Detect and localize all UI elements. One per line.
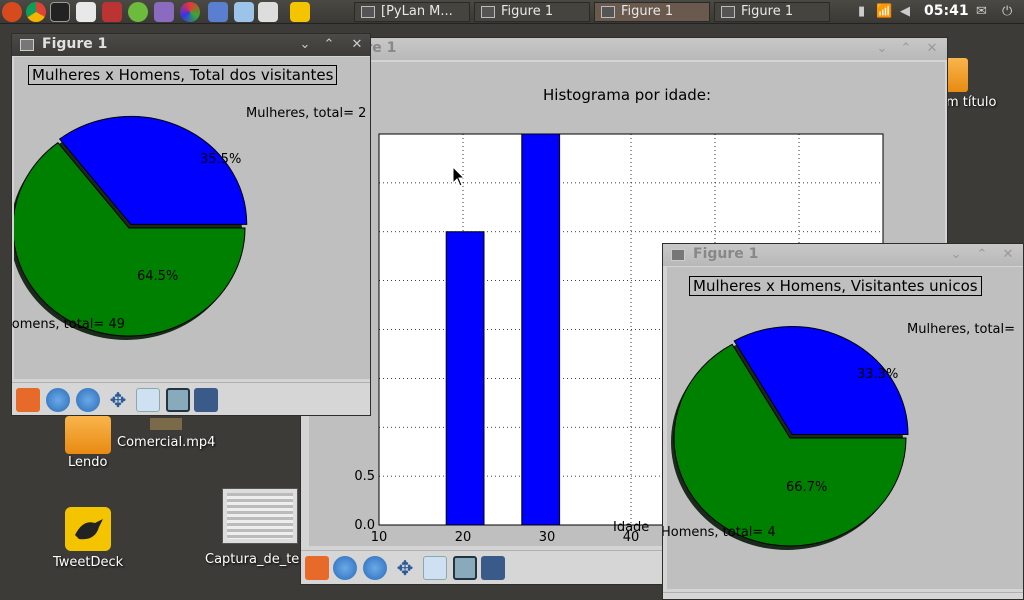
back-icon[interactable] [46,388,70,412]
video-file-icon[interactable] [150,418,182,430]
window-titlebar[interactable]: Figure 1 ⌄ ⌃ ✕ [12,34,370,56]
home-icon[interactable] [305,556,329,580]
window-icon [361,6,375,18]
desktop-icon-label-captura[interactable]: Captura_de_te [205,552,299,567]
forward-icon[interactable] [363,556,387,580]
mail-icon[interactable] [76,2,96,22]
app-icon[interactable] [102,2,122,22]
pan-icon[interactable]: ✥ [393,556,417,580]
y-tick-label: 0.0 [354,518,375,533]
pie-total-window[interactable]: Figure 1 ⌄ ⌃ ✕ Mulheres x Homens, Total … [11,33,371,416]
clock[interactable]: 05:41 [924,3,969,19]
women-percent: 33.3% [857,367,899,382]
spiral-app-icon[interactable] [208,2,228,22]
box-app-icon[interactable] [234,2,254,22]
men-label: Homens, total= 49 [11,317,125,332]
women-label: Mulheres, total= [907,322,1016,337]
window-title: Figure 1 [693,246,759,262]
window-title: Figure 1 [42,36,108,52]
chat-icon[interactable] [154,2,174,22]
men-percent: 66.7% [786,480,828,495]
window-icon [721,6,735,18]
minimize-icon[interactable]: ⌄ [873,40,891,58]
window-icon [671,249,685,261]
figure-canvas: Mulheres x Homens, Visitantes unicos Mul… [663,267,1023,589]
pie-unique-window[interactable]: Figure 1 ⌄ ⌃ ✕ Mulheres x Homens, Visita… [662,243,1024,600]
minimize-icon[interactable]: ⌄ [296,36,314,54]
mouse-cursor-icon [452,166,466,187]
task-figure-2[interactable]: Figure 1 [594,2,710,22]
task-label: Figure 1 [501,4,554,19]
battery-icon[interactable]: ▮ [858,4,865,19]
mail-indicator-icon[interactable]: ✉ [976,4,987,19]
bird-icon [75,519,103,540]
close-icon[interactable]: ✕ [999,246,1017,264]
zoom-icon[interactable] [423,556,447,580]
figure-canvas: Mulheres x Homens, Total dos visitantes … [11,57,370,379]
screenshot-thumbnail[interactable] [222,488,298,544]
histogram-bar [521,133,561,526]
task-figure-3[interactable]: Figure 1 [714,2,830,22]
ubuntu-menu-icon[interactable] [2,2,22,22]
women-label: Mulheres, total= 2 [246,106,367,121]
men-label: Homens, total= 4 [662,525,776,540]
subplots-icon[interactable] [453,556,477,580]
pie-chart [671,326,909,550]
desktop-icon-label-comercial[interactable]: Comercial.mp4 [117,435,215,450]
x-tick-label: 20 [455,530,472,545]
play-icon[interactable] [128,2,148,22]
color-app-icon[interactable] [180,2,200,22]
plot-toolbar: ✥ [12,382,370,415]
task-label: [PyLan M... [381,4,453,19]
zoom-icon[interactable] [136,388,160,412]
close-icon[interactable]: ✕ [923,40,941,58]
volume-icon[interactable]: ◀ [900,4,910,19]
window-titlebar[interactable]: Figure 1 ⌄ ⌃ ✕ [301,38,947,60]
network-app-icon[interactable] [258,2,278,22]
chrome-icon[interactable] [26,2,46,22]
desktop-icon-label-tweetdeck[interactable]: TweetDeck [53,555,123,570]
plot-toolbar [663,592,1023,599]
forward-icon[interactable] [76,388,100,412]
back-icon[interactable] [333,556,357,580]
task-pylan[interactable]: [PyLan M... [354,2,470,22]
terminal-icon[interactable] [50,2,70,22]
top-panel: [PyLan M... Figure 1 Figure 1 Figure 1 ▮… [0,0,1024,24]
tweetdeck-launcher-icon[interactable] [290,2,310,22]
y-tick-label: 0.5 [354,469,375,484]
maximize-icon[interactable]: ⌃ [973,246,991,264]
window-icon [481,6,495,18]
close-icon[interactable]: ✕ [348,36,366,54]
window-icon [20,39,34,51]
task-label: Figure 1 [741,4,794,19]
folder-icon[interactable] [65,416,111,454]
window-icon [601,6,615,18]
save-icon[interactable] [481,556,505,580]
power-icon[interactable]: ⏻ [1002,4,1012,19]
maximize-icon[interactable]: ⌃ [897,40,915,58]
desktop-icon-label-untitled[interactable]: m título [946,95,996,110]
tweetdeck-icon[interactable] [65,507,111,551]
histogram-bar [445,231,485,526]
women-percent: 35.5% [200,152,242,167]
save-icon[interactable] [194,388,218,412]
home-icon[interactable] [16,388,40,412]
x-tick-label: 30 [539,530,556,545]
window-titlebar[interactable]: Figure 1 ⌄ ⌃ ✕ [663,244,1023,266]
maximize-icon[interactable]: ⌃ [320,36,338,54]
minimize-icon[interactable]: ⌄ [947,246,965,264]
men-percent: 64.5% [137,269,179,284]
network-icon[interactable]: 📶 [876,4,892,19]
x-axis-label: Idade [613,520,650,535]
desktop-icon-label-lendo[interactable]: Lendo [68,455,107,470]
subplots-icon[interactable] [166,388,190,412]
pan-icon[interactable]: ✥ [106,388,130,412]
task-label: Figure 1 [621,4,674,19]
task-figure-1[interactable]: Figure 1 [474,2,590,22]
